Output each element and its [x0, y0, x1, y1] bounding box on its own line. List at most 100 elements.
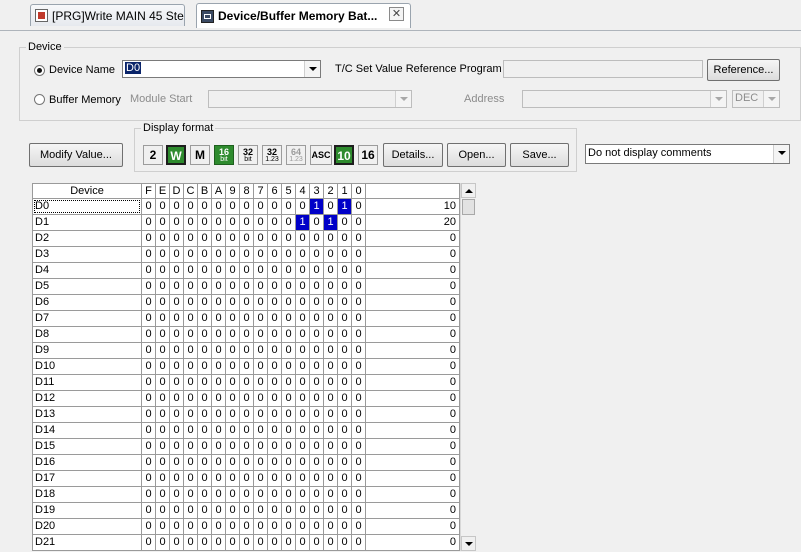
bit-cell[interactable]: 0 [282, 375, 296, 391]
bit-cell[interactable]: 0 [212, 311, 226, 327]
bit-cell[interactable]: 0 [170, 503, 184, 519]
bit-cell[interactable]: 0 [296, 327, 310, 343]
bit-cell[interactable]: 0 [184, 279, 198, 295]
bit-cell[interactable]: 0 [338, 535, 352, 551]
bit-cell[interactable]: 0 [240, 391, 254, 407]
bit-cell[interactable]: 0 [170, 439, 184, 455]
address-format-combo[interactable]: DEC [732, 90, 780, 108]
bit-cell[interactable]: 0 [184, 343, 198, 359]
bit-cell[interactable]: 0 [198, 359, 212, 375]
bit-cell[interactable]: 0 [254, 471, 268, 487]
bit-cell[interactable]: 0 [310, 487, 324, 503]
bit-cell[interactable]: 0 [338, 503, 352, 519]
bit-cell[interactable]: 0 [352, 343, 366, 359]
bit-cell[interactable]: 0 [226, 199, 240, 215]
bit-cell[interactable]: 0 [142, 247, 156, 263]
bit-cell[interactable]: 0 [296, 247, 310, 263]
device-cell[interactable]: D9 [32, 343, 142, 359]
value-cell[interactable]: 0 [366, 503, 460, 519]
bit-cell[interactable]: 0 [324, 247, 338, 263]
bit-cell[interactable]: 0 [240, 215, 254, 231]
bit-cell[interactable]: 0 [310, 231, 324, 247]
bit-cell[interactable]: 0 [142, 263, 156, 279]
value-cell[interactable]: 0 [366, 343, 460, 359]
bit-cell[interactable]: 0 [282, 295, 296, 311]
bit-cell[interactable]: 0 [254, 215, 268, 231]
bit-cell[interactable]: 1 [324, 215, 338, 231]
bit-cell[interactable]: 0 [184, 231, 198, 247]
bit-cell[interactable]: 0 [240, 375, 254, 391]
format-64float-button[interactable]: 64 1.23 [286, 145, 306, 165]
bit-cell[interactable]: 0 [282, 247, 296, 263]
value-cell[interactable]: 10 [366, 199, 460, 215]
bit-cell[interactable]: 0 [352, 439, 366, 455]
bit-cell[interactable]: 0 [198, 503, 212, 519]
bit-cell[interactable]: 0 [170, 423, 184, 439]
bit-cell[interactable]: 0 [268, 231, 282, 247]
value-cell[interactable]: 0 [366, 487, 460, 503]
bit-cell[interactable]: 0 [156, 375, 170, 391]
bit-cell[interactable]: 0 [240, 295, 254, 311]
bit-cell[interactable]: 0 [282, 215, 296, 231]
bit-cell[interactable]: 0 [198, 199, 212, 215]
bit-cell[interactable]: 0 [184, 535, 198, 551]
open-button[interactable]: Open... [447, 143, 506, 167]
device-cell[interactable]: D18 [32, 487, 142, 503]
bit-cell[interactable]: 0 [170, 215, 184, 231]
bit-cell[interactable]: 0 [142, 231, 156, 247]
bit-cell[interactable]: 0 [338, 327, 352, 343]
bit-cell[interactable]: 0 [198, 247, 212, 263]
table-row[interactable]: D7 0 0 0 0 0 0 0 0 0 0 0 0 0 0 0 0 0 [32, 311, 460, 327]
bit-cell[interactable]: 0 [338, 231, 352, 247]
device-cell[interactable]: D13 [32, 407, 142, 423]
bit-cell[interactable]: 0 [310, 263, 324, 279]
bit-cell[interactable]: 0 [324, 343, 338, 359]
table-row[interactable]: D10 0 0 0 0 0 0 0 0 0 0 0 0 0 0 0 0 0 [32, 359, 460, 375]
bit-cell[interactable]: 0 [184, 263, 198, 279]
bit-cell[interactable]: 0 [352, 279, 366, 295]
bit-cell[interactable]: 0 [156, 359, 170, 375]
bit-cell[interactable]: 0 [268, 359, 282, 375]
bit-cell[interactable]: 0 [198, 519, 212, 535]
bit-cell[interactable]: 0 [324, 439, 338, 455]
bit-cell[interactable]: 0 [142, 391, 156, 407]
bit-cell[interactable]: 0 [254, 487, 268, 503]
bit-cell[interactable]: 0 [310, 407, 324, 423]
bit-cell[interactable]: 0 [268, 327, 282, 343]
table-row[interactable]: D8 0 0 0 0 0 0 0 0 0 0 0 0 0 0 0 0 0 [32, 327, 460, 343]
bit-cell[interactable]: 0 [184, 295, 198, 311]
bit-cell[interactable]: 0 [310, 311, 324, 327]
bit-cell[interactable]: 0 [184, 471, 198, 487]
chevron-down-icon[interactable] [773, 145, 789, 163]
bit-cell[interactable]: 0 [226, 215, 240, 231]
bit-cell[interactable]: 0 [198, 535, 212, 551]
value-cell[interactable]: 0 [366, 391, 460, 407]
bit-cell[interactable]: 0 [282, 519, 296, 535]
value-cell[interactable]: 0 [366, 231, 460, 247]
value-cell[interactable]: 0 [366, 375, 460, 391]
bit-cell[interactable]: 0 [254, 199, 268, 215]
bit-cell[interactable]: 0 [226, 535, 240, 551]
bit-cell[interactable]: 0 [352, 471, 366, 487]
table-row[interactable]: D17 0 0 0 0 0 0 0 0 0 0 0 0 0 0 0 0 0 [32, 471, 460, 487]
bit-cell[interactable]: 0 [268, 407, 282, 423]
bit-cell[interactable]: 0 [156, 311, 170, 327]
device-cell[interactable]: D4 [32, 263, 142, 279]
bit-cell[interactable]: 0 [296, 439, 310, 455]
bit-cell[interactable]: 0 [268, 471, 282, 487]
value-cell[interactable]: 0 [366, 471, 460, 487]
bit-cell[interactable]: 0 [352, 311, 366, 327]
bit-cell[interactable]: 0 [240, 311, 254, 327]
device-cell[interactable]: D2 [32, 231, 142, 247]
bit-cell[interactable]: 0 [310, 343, 324, 359]
bit-cell[interactable]: 0 [184, 199, 198, 215]
bit-cell[interactable]: 0 [254, 343, 268, 359]
bit-cell[interactable]: 0 [212, 231, 226, 247]
bit-cell[interactable]: 0 [226, 423, 240, 439]
value-cell[interactable]: 0 [366, 439, 460, 455]
bit-cell[interactable]: 0 [170, 519, 184, 535]
bit-cell[interactable]: 0 [198, 311, 212, 327]
bit-cell[interactable]: 0 [184, 215, 198, 231]
bit-cell[interactable]: 0 [324, 295, 338, 311]
bit-cell[interactable]: 0 [212, 487, 226, 503]
